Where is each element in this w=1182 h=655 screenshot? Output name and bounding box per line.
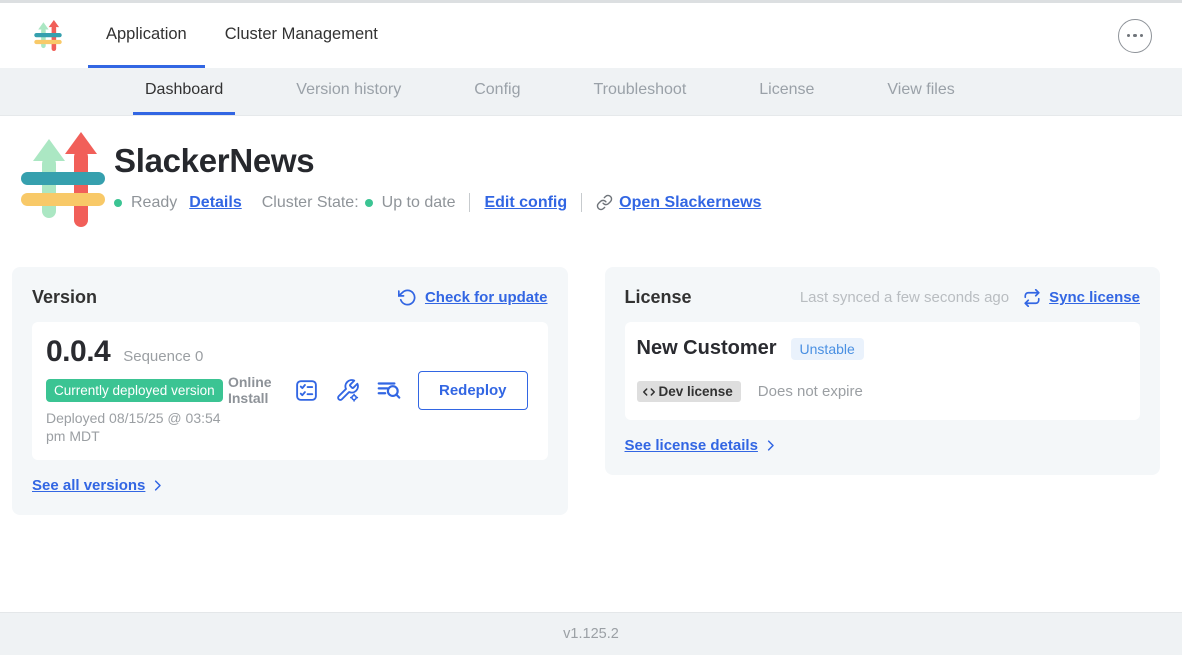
tab-license[interactable]: License — [747, 68, 826, 115]
see-license-details-link[interactable]: See license details — [625, 437, 778, 454]
license-panel: New Customer Unstable Dev license Does n… — [625, 322, 1141, 420]
ellipsis-icon — [1133, 34, 1137, 38]
cluster-status-dot — [365, 199, 373, 207]
link-icon — [596, 194, 613, 211]
top-header: Application Cluster Management — [0, 3, 1182, 68]
overflow-menu-button[interactable] — [1118, 19, 1152, 53]
check-for-update-link[interactable]: Check for update — [425, 289, 548, 306]
console-version-label: v1.125.2 — [563, 626, 619, 642]
chevron-right-icon — [763, 438, 778, 453]
see-all-versions-link[interactable]: See all versions — [32, 477, 165, 494]
cluster-state-value: Up to date — [382, 194, 456, 212]
chevron-right-icon — [150, 478, 165, 493]
tab-cluster-management[interactable]: Cluster Management — [207, 3, 396, 68]
page-title: SlackerNews — [114, 142, 761, 180]
code-icon — [642, 385, 656, 399]
version-config-icon[interactable] — [335, 378, 360, 403]
preflight-checks-icon[interactable] — [294, 378, 319, 403]
tab-dashboard[interactable]: Dashboard — [133, 68, 235, 115]
sync-icon[interactable] — [1023, 289, 1041, 307]
deployed-status-badge: Currently deployed version — [46, 379, 223, 402]
app-status-label: Ready — [131, 194, 177, 212]
tab-troubleshoot[interactable]: Troubleshoot — [581, 68, 698, 115]
deploy-logs-icon[interactable] — [376, 377, 402, 403]
version-number: 0.0.4 — [46, 335, 110, 369]
app-header: SlackerNews Ready Details Cluster State:… — [0, 116, 1182, 227]
channel-badge: Unstable — [791, 338, 864, 360]
ready-status-dot — [114, 199, 122, 207]
open-app-link[interactable]: Open Slackernews — [596, 194, 761, 212]
tab-version-history[interactable]: Version history — [284, 68, 413, 115]
check-update-icon[interactable] — [398, 288, 417, 307]
dashboard-cards: Version Check for update 0.0.4 Sequence … — [12, 267, 1160, 515]
header-tabs: Application Cluster Management — [88, 3, 396, 68]
ellipsis-icon — [1140, 34, 1144, 38]
app-status-row: Ready Details Cluster State: Up to date … — [114, 193, 761, 212]
divider — [581, 193, 582, 212]
license-type-badge: Dev license — [637, 381, 741, 402]
app-logo-icon[interactable] — [33, 20, 63, 51]
license-card-title: License — [625, 287, 692, 308]
license-card: License Last synced a few seconds ago Sy… — [605, 267, 1161, 475]
tab-view-files[interactable]: View files — [875, 68, 966, 115]
current-version-panel: 0.0.4 Sequence 0 Currently deployed vers… — [32, 322, 548, 460]
license-expiry: Does not expire — [758, 383, 863, 400]
version-card-title: Version — [32, 287, 97, 308]
footer: v1.125.2 — [0, 612, 1182, 655]
details-link[interactable]: Details — [189, 194, 241, 212]
redeploy-button[interactable]: Redeploy — [418, 371, 528, 410]
cluster-state-label: Cluster State: — [262, 194, 359, 212]
main-content: SlackerNews Ready Details Cluster State:… — [0, 116, 1182, 612]
ellipsis-icon — [1127, 34, 1131, 38]
app-subnav: Dashboard Version history Config Trouble… — [0, 68, 1182, 116]
last-synced-label: Last synced a few seconds ago — [800, 289, 1009, 306]
slackernews-logo-icon — [18, 132, 108, 227]
install-type-label: Online Install — [228, 374, 278, 406]
tab-config[interactable]: Config — [462, 68, 532, 115]
deployed-timestamp: Deployed 08/15/25 @ 03:54 pm MDT — [46, 410, 228, 445]
customer-name: New Customer — [637, 337, 777, 360]
version-sequence: Sequence 0 — [123, 348, 203, 365]
tab-application[interactable]: Application — [88, 3, 205, 68]
sync-license-link[interactable]: Sync license — [1049, 289, 1140, 306]
edit-config-link[interactable]: Edit config — [484, 194, 567, 212]
divider — [469, 193, 470, 212]
version-card: Version Check for update 0.0.4 Sequence … — [12, 267, 568, 515]
